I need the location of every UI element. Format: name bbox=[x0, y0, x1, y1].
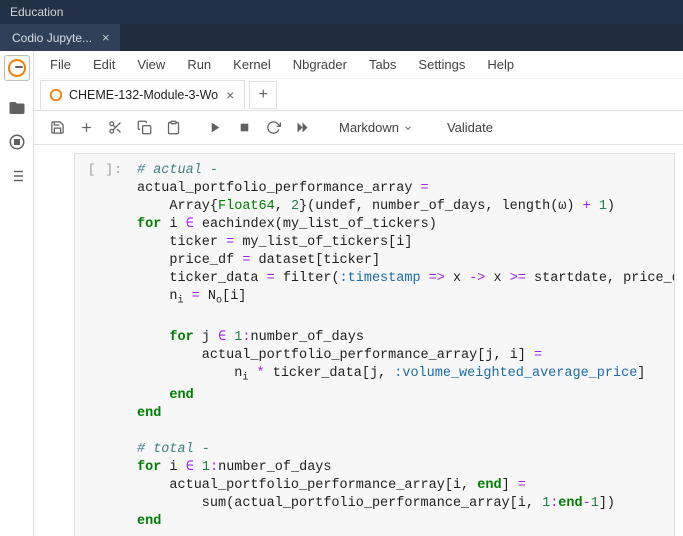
menu-run[interactable]: Run bbox=[177, 53, 221, 76]
notebook-tabs: CHEME-132-Module-3-Wo × + bbox=[34, 79, 683, 111]
close-icon[interactable]: × bbox=[224, 87, 236, 103]
menu-file[interactable]: File bbox=[40, 53, 81, 76]
cell-prompt: [ ]: bbox=[75, 154, 133, 536]
app-tab-codio[interactable]: Codio Jupyte... × bbox=[0, 24, 120, 51]
cut-button[interactable] bbox=[102, 115, 128, 141]
notebook-area[interactable]: [ ]: # actual - actual_portfolio_perform… bbox=[34, 145, 683, 536]
chevron-down-icon bbox=[403, 123, 413, 133]
menubar: File Edit View Run Kernel Nbgrader Tabs … bbox=[34, 51, 683, 79]
notebook-tab[interactable]: CHEME-132-Module-3-Wo × bbox=[40, 80, 245, 110]
menu-settings[interactable]: Settings bbox=[408, 53, 475, 76]
folder-icon[interactable] bbox=[8, 99, 26, 117]
save-button[interactable] bbox=[44, 115, 70, 141]
menu-nbgrader[interactable]: Nbgrader bbox=[283, 53, 357, 76]
add-cell-button[interactable] bbox=[73, 115, 99, 141]
add-tab-button[interactable]: + bbox=[249, 81, 277, 109]
run-all-button[interactable] bbox=[289, 115, 315, 141]
menu-help[interactable]: Help bbox=[477, 53, 524, 76]
left-rail bbox=[0, 51, 34, 536]
stop-button[interactable] bbox=[231, 115, 257, 141]
menu-edit[interactable]: Edit bbox=[83, 53, 125, 76]
menu-kernel[interactable]: Kernel bbox=[223, 53, 281, 76]
run-button[interactable] bbox=[202, 115, 228, 141]
toolbar: Markdown Validate bbox=[34, 111, 683, 145]
restart-button[interactable] bbox=[260, 115, 286, 141]
cell-type-label: Markdown bbox=[339, 120, 399, 135]
menu-tabs[interactable]: Tabs bbox=[359, 53, 406, 76]
menu-view[interactable]: View bbox=[127, 53, 175, 76]
validate-button[interactable]: Validate bbox=[437, 120, 503, 135]
cell-type-select[interactable]: Markdown bbox=[331, 120, 421, 135]
app-tab-label: Codio Jupyte... bbox=[12, 31, 92, 45]
education-topbar: Education bbox=[0, 0, 683, 24]
app-tabstrip: Codio Jupyte... × bbox=[0, 24, 683, 51]
copy-button[interactable] bbox=[131, 115, 157, 141]
close-icon[interactable]: × bbox=[100, 31, 112, 44]
running-icon[interactable] bbox=[8, 133, 26, 151]
topbar-title: Education bbox=[10, 5, 63, 19]
notebook-tab-label: CHEME-132-Module-3-Wo bbox=[69, 88, 218, 102]
jupyter-logo[interactable] bbox=[4, 55, 30, 81]
toc-icon[interactable] bbox=[8, 167, 26, 185]
notebook-icon bbox=[49, 88, 63, 102]
cell-code[interactable]: # actual - actual_portfolio_performance_… bbox=[133, 154, 674, 536]
code-cell[interactable]: [ ]: # actual - actual_portfolio_perform… bbox=[74, 153, 675, 536]
paste-button[interactable] bbox=[160, 115, 186, 141]
